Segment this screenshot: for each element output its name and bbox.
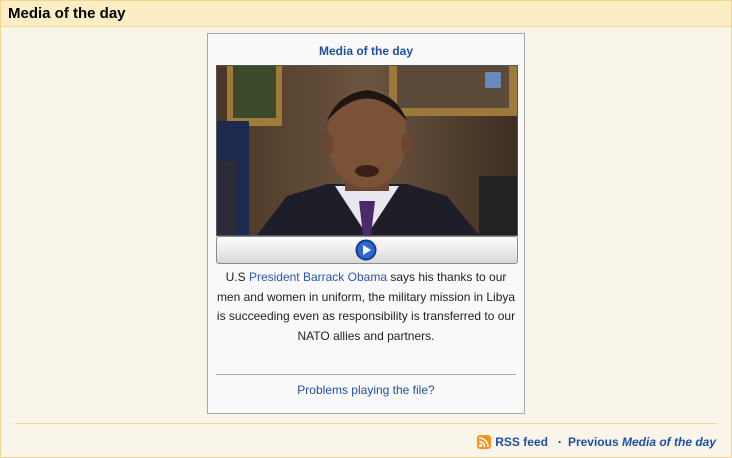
footer-separator: · <box>557 435 562 449</box>
rss-feed-link[interactable]: RSS feed <box>495 435 548 449</box>
play-icon[interactable] <box>355 239 377 261</box>
video-thumbnail[interactable] <box>216 65 518 236</box>
footer-divider <box>15 423 717 424</box>
media-of-the-day-panel: Media of the day Media of the day U.S Pr… <box>0 0 732 458</box>
media-box: Media of the day U.S President Barrack O… <box>207 33 525 414</box>
media-title[interactable]: Media of the day <box>208 44 524 58</box>
media-caption: U.S President Barrack Obama says his tha… <box>216 268 516 346</box>
footer: RSS feed · Previous Media of the day <box>477 435 716 449</box>
video-frame-illustration <box>217 66 517 235</box>
previous-media-link[interactable]: Previous Media of the day <box>568 435 716 449</box>
divider <box>216 374 516 375</box>
previous-italic-label: Media of the day <box>621 435 716 449</box>
caption-link-president[interactable]: President Barrack Obama <box>249 270 387 284</box>
previous-label: Previous <box>567 435 622 449</box>
video-player-controls <box>216 236 518 264</box>
caption-text-pre: U.S <box>225 270 249 284</box>
problems-playing-link[interactable]: Problems playing the file? <box>208 383 524 397</box>
panel-title: Media of the day <box>1 1 731 27</box>
rss-icon[interactable] <box>477 435 492 449</box>
